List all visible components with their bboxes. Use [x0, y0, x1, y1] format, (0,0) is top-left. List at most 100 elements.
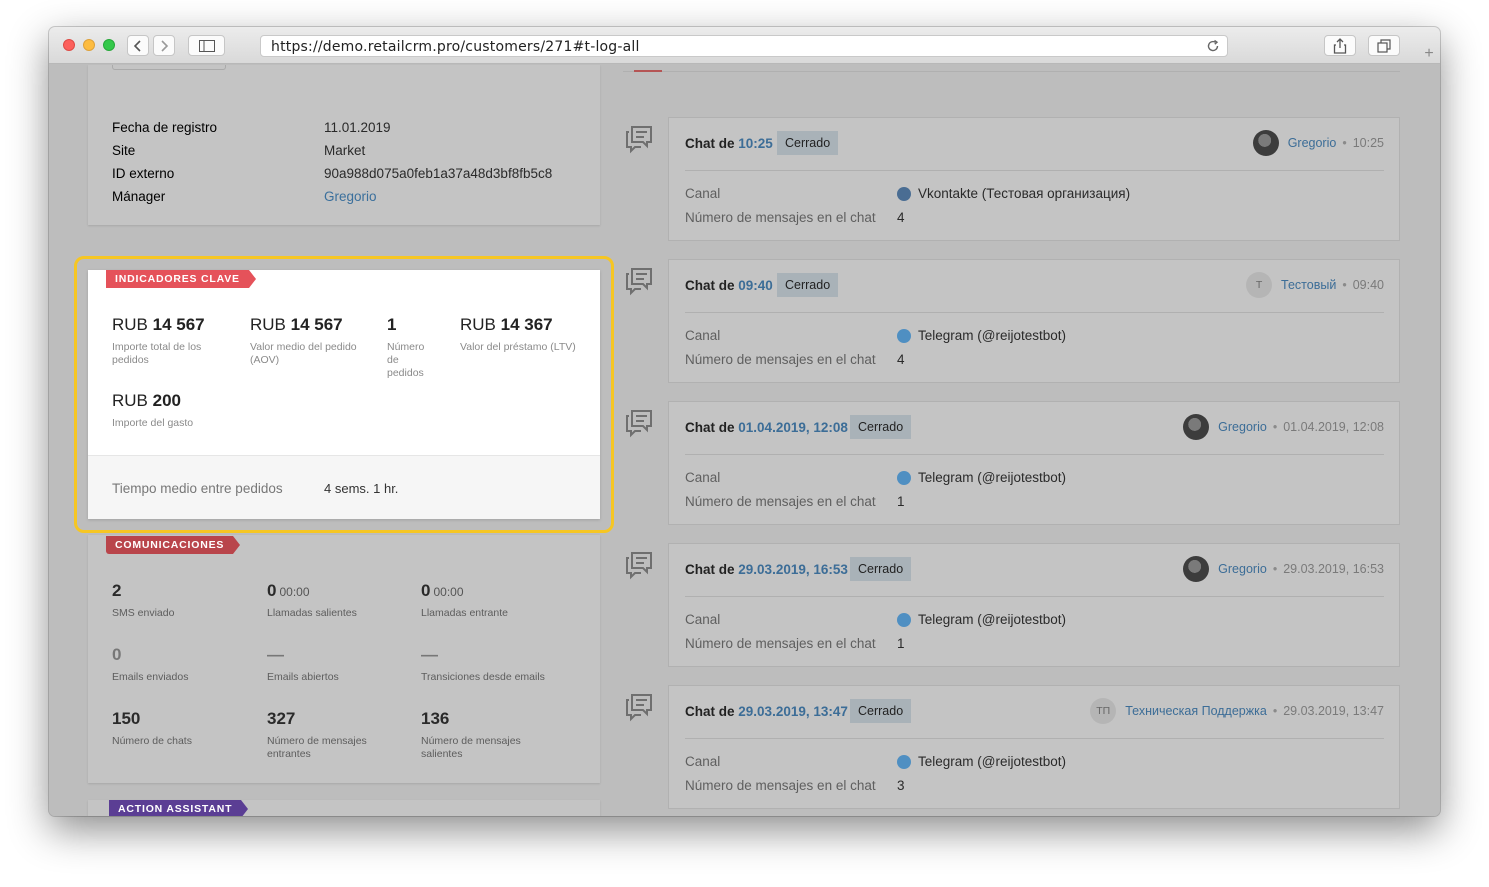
chat-time-link[interactable]: 09:40	[738, 278, 773, 293]
vk-icon	[897, 186, 911, 201]
chat-bubble-icon	[626, 268, 652, 296]
comm-outgoing-calls: 0 00:00 Llamadas salientes	[267, 581, 357, 619]
telegram-icon	[897, 470, 911, 485]
channel-label: Canal	[685, 612, 721, 627]
author-avatar	[1183, 556, 1210, 582]
chat-time-link[interactable]: 10:25	[738, 136, 773, 151]
chat-author: Gregorio • 29.03.2019, 16:53	[1183, 556, 1384, 582]
message-count-label: Número de mensajes en el chat	[685, 494, 876, 509]
tabs-overview-button[interactable]	[1368, 35, 1400, 56]
kpi-average-order-value: RUB 14 567 Valor medio del pedido (AOV)	[250, 315, 357, 366]
message-count-value: 4	[897, 352, 905, 367]
chat-card[interactable]: Chat de 10:25 Cerrado Gregorio • 10:25 Can…	[668, 117, 1400, 241]
chat-bubble-icon	[626, 410, 652, 438]
author-name-link[interactable]: Gregorio	[1218, 420, 1267, 434]
forward-button[interactable]	[153, 35, 175, 56]
tabs-icon	[1377, 38, 1391, 53]
chat-author: ТП Техническая Поддержка • 29.03.2019, 13:4…	[1090, 698, 1384, 724]
action-assistant-ribbon: ACTION ASSISTANT	[109, 800, 249, 816]
channel-value: Telegram (@reijotestbot)	[897, 328, 1066, 343]
channel-value: Telegram (@reijotestbot)	[897, 470, 1066, 485]
telegram-icon	[897, 754, 911, 769]
new-tab-icon[interactable]: +	[1418, 44, 1440, 66]
reload-icon[interactable]	[1205, 38, 1221, 54]
info-value-site: Market	[324, 143, 366, 158]
author-avatar	[1252, 130, 1279, 156]
communications-card: COMUNICACIONES .comm-rb:after{border-lef…	[88, 535, 600, 783]
telegram-icon	[897, 612, 911, 627]
chat-time-link[interactable]: 01.04.2019, 12:08	[738, 420, 848, 435]
chat-time-link[interactable]: 29.03.2019, 13:47	[738, 704, 848, 719]
message-count-value: 4	[897, 210, 905, 225]
share-icon	[1333, 37, 1347, 54]
chat-time-link[interactable]: 29.03.2019, 16:53	[738, 562, 848, 577]
kpi-lifetime-value: RUB 14 367 Valor del préstamo (LTV)	[460, 315, 576, 353]
chat-title: Chat de 01.04.2019, 12:08	[685, 420, 848, 435]
info-label-site: Site	[112, 143, 136, 158]
channel-label: Canal	[685, 470, 721, 485]
status-badge: Cerrado	[777, 131, 839, 155]
info-label-registration: Fecha de registro	[112, 120, 218, 135]
kpi-footer-label: Tiempo medio entre pedidos	[112, 481, 283, 496]
chat-bubble-icon	[626, 126, 652, 154]
author-name-link[interactable]: Техническая Поддержка	[1125, 704, 1267, 718]
channel-value: Telegram (@reijotestbot)	[897, 612, 1066, 627]
comm-email-transitions: — Transiciones desde emails	[421, 645, 545, 683]
share-button[interactable]	[1324, 35, 1356, 56]
chat-title: Chat de 29.03.2019, 16:53	[685, 562, 848, 577]
info-label-manager: Mánager	[112, 189, 166, 204]
info-value-manager-link[interactable]: Gregorio	[324, 189, 377, 204]
info-value-external-id: 90a988d075a0feb1a37a48d3bf8fb5c8	[324, 166, 553, 181]
channel-value: Vkontakte (Тестовая организация)	[897, 186, 1130, 201]
chat-card[interactable]: Chat de 29.03.2019, 13:47 Cerrado ТП Техн…	[668, 685, 1400, 809]
comm-chat-count: 150 Número de chats	[112, 709, 192, 747]
sidebar-toggle-button[interactable]	[188, 35, 225, 56]
author-avatar: ТП	[1090, 698, 1117, 724]
comm-incoming-messages: 327 Número de mensajes entrantes	[267, 709, 367, 760]
author-name-link[interactable]: Тестовый	[1281, 278, 1336, 292]
chat-card[interactable]: Chat de 09:40 Cerrado T Тестовый • 09:40 Ca…	[668, 259, 1400, 383]
chat-card[interactable]: Chat de 29.03.2019, 16:53 Cerrado Gregor…	[668, 543, 1400, 667]
message-count-label: Número de mensajes en el chat	[685, 636, 876, 651]
author-time: 10:25	[1352, 136, 1384, 150]
kpi-footer-value: 4 sems. 1 hr.	[324, 481, 399, 496]
chat-title: Chat de 09:40	[685, 278, 773, 293]
author-name-link[interactable]: Gregorio	[1218, 562, 1267, 576]
author-time: 09:40	[1352, 278, 1384, 292]
message-count-value: 1	[897, 494, 905, 509]
customer-info-card: Fecha de registro 11.01.2019 Site Market…	[88, 65, 600, 225]
kpi-footer: Tiempo medio entre pedidos 4 sems. 1 hr.	[88, 455, 600, 519]
action-assistant-card: ACTION ASSISTANT	[88, 800, 600, 816]
back-button[interactable]	[127, 35, 149, 56]
chat-title: Chat de 29.03.2019, 13:47	[685, 704, 848, 719]
status-badge: Cerrado	[850, 557, 912, 581]
browser-toolbar: https://demo.retailcrm.pro/customers/271…	[49, 27, 1440, 64]
zoom-window-button[interactable]	[103, 39, 115, 51]
message-count-value: 1	[897, 636, 905, 651]
chat-author: T Тестовый • 09:40	[1246, 272, 1384, 298]
comm-emails-sent: 0 Emails enviados	[112, 645, 189, 683]
chat-title: Chat de 10:25	[685, 136, 773, 151]
kpi-total-orders-amount: RUB 14 567 Importe total de los pedidos	[112, 315, 205, 366]
channel-label: Canal	[685, 328, 721, 343]
address-bar[interactable]: https://demo.retailcrm.pro/customers/271…	[260, 35, 1228, 57]
chat-card[interactable]: Chat de 01.04.2019, 12:08 Cerrado Gregor…	[668, 401, 1400, 525]
author-avatar	[1183, 414, 1210, 440]
channel-value: Telegram (@reijotestbot)	[897, 754, 1066, 769]
kpi-card: INDICADORES CLAVE RUB 14 567 Importe tot…	[88, 270, 600, 519]
status-badge: Cerrado	[850, 699, 912, 723]
chevron-left-icon	[133, 39, 141, 52]
communications-ribbon: COMUNICACIONES	[106, 536, 241, 554]
close-window-button[interactable]	[63, 39, 75, 51]
page-content: Fecha de registro 11.01.2019 Site Market…	[49, 65, 1440, 816]
author-name-link[interactable]: Gregorio	[1288, 136, 1337, 150]
telegram-icon	[897, 328, 911, 343]
channel-label: Canal	[685, 186, 721, 201]
status-badge: Cerrado	[850, 415, 912, 439]
minimize-window-button[interactable]	[83, 39, 95, 51]
collapsed-button-edge	[112, 65, 226, 70]
chat-author: Gregorio • 01.04.2019, 12:08	[1183, 414, 1384, 440]
channel-label: Canal	[685, 754, 721, 769]
chevron-right-icon	[161, 39, 169, 52]
browser-window: https://demo.retailcrm.pro/customers/271…	[49, 27, 1440, 816]
